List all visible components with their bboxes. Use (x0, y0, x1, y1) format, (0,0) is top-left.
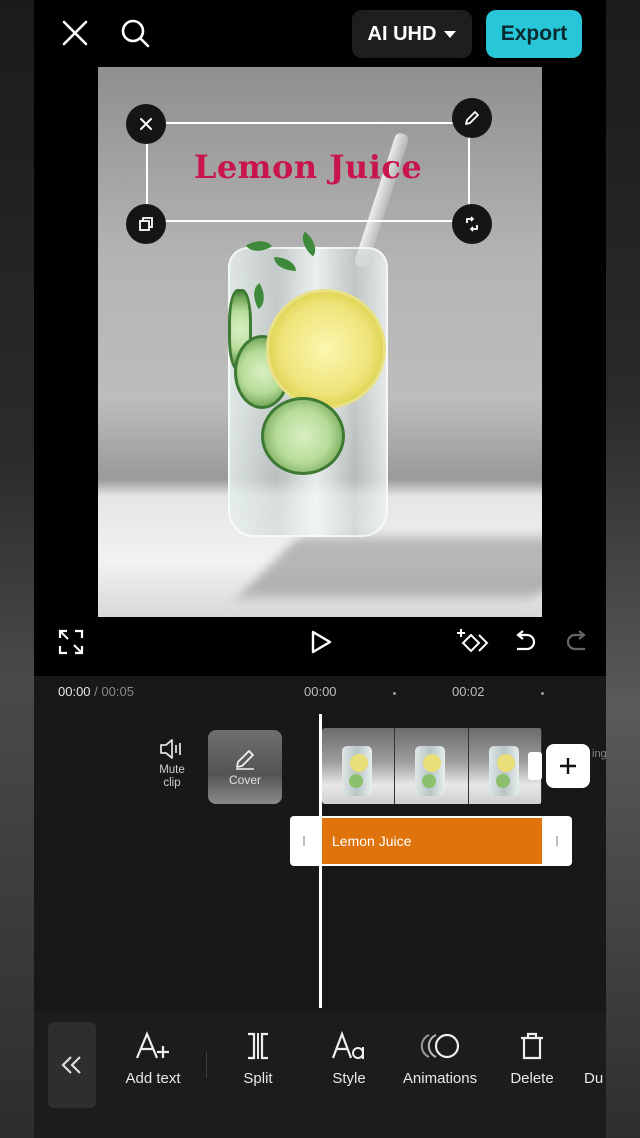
mute-clip-button[interactable]: Mute clip (150, 738, 194, 800)
ruler-label: 00:00 (304, 684, 337, 699)
playback-bar (34, 617, 606, 673)
clip-thumbnail (322, 728, 396, 804)
close-button[interactable] (58, 16, 92, 50)
close-icon (62, 20, 88, 46)
duplicate-button[interactable]: Du (584, 1030, 606, 1087)
plus-icon (560, 758, 576, 774)
copy-icon (139, 217, 153, 231)
top-bar: AI UHD Export (34, 0, 606, 66)
video-editor: AI UHD Export Lemon Juice 00:00 / 00:05 … (34, 0, 606, 1138)
split-label: Split (243, 1070, 273, 1087)
undo-icon (516, 630, 536, 651)
cucumber-slice (261, 397, 345, 475)
bottom-toolbar: Add text Split Style Animations Delete D… (34, 1012, 606, 1138)
duplicate-label: Du (584, 1070, 604, 1087)
ruler-tick (393, 692, 396, 695)
playhead[interactable] (319, 714, 322, 1008)
scale-rotate-handle[interactable] (452, 204, 492, 244)
search-button[interactable] (118, 16, 152, 50)
search-icon (121, 19, 150, 48)
redo-icon (566, 630, 586, 651)
resize-icon (466, 216, 478, 232)
video-clip[interactable] (322, 728, 542, 804)
fullscreen-icon (58, 629, 84, 655)
current-time: 00:00 (58, 684, 91, 699)
add-text-label: Add text (125, 1070, 181, 1087)
add-text-button[interactable]: Add text (118, 1030, 188, 1087)
split-icon (248, 1032, 268, 1060)
pencil-icon (236, 750, 254, 770)
quality-label: AI UHD (367, 22, 437, 45)
quality-dropdown[interactable]: AI UHD (352, 10, 472, 58)
animations-icon (420, 1033, 460, 1059)
style-button[interactable]: Style (322, 1030, 376, 1087)
pencil-icon (465, 111, 479, 125)
play-icon (311, 630, 332, 654)
background-right (606, 0, 640, 1138)
cover-button[interactable]: Cover (208, 730, 282, 804)
total-time: / 00:05 (94, 684, 134, 699)
animations-label: Animations (402, 1070, 478, 1087)
undo-button[interactable] (510, 627, 538, 657)
glass-shadow (238, 537, 542, 597)
video-preview[interactable]: Lemon Juice (98, 67, 542, 617)
copy-text-handle[interactable] (126, 204, 166, 244)
text-selection-box[interactable]: Lemon Juice (126, 98, 492, 244)
delete-text-handle[interactable] (126, 104, 166, 144)
animations-button[interactable]: Animations (396, 1030, 484, 1087)
keyframe-button[interactable] (454, 625, 490, 659)
speaker-icon (160, 739, 181, 759)
ruler-label: 00:02 (452, 684, 485, 699)
divider (206, 1052, 207, 1078)
clip-tail-label: ing (592, 748, 606, 760)
text-clip-label: Lemon Juice (332, 833, 412, 849)
split-button[interactable]: Split (230, 1030, 286, 1087)
text-clip-start-handle[interactable] (303, 836, 305, 846)
back-button[interactable] (48, 1022, 96, 1108)
add-text-icon (135, 1031, 169, 1059)
style-label: Style (332, 1070, 366, 1087)
clip-end-handle[interactable] (528, 752, 542, 780)
style-icon (331, 1031, 364, 1059)
keyframe-icon (457, 629, 489, 653)
play-button[interactable] (306, 625, 336, 659)
export-button[interactable]: Export (486, 10, 582, 58)
ruler-tick (541, 692, 544, 695)
overlay-text[interactable]: Lemon Juice (148, 148, 468, 186)
delete-label: Delete (510, 1070, 554, 1087)
delete-icon (521, 1032, 543, 1060)
time-display: 00:00 / 00:05 (58, 684, 134, 699)
text-clip[interactable]: Lemon Juice (290, 816, 572, 866)
background-left (0, 0, 34, 1138)
mute-clip-label: Mute clip (159, 764, 185, 789)
cover-label: Cover (228, 773, 261, 787)
fullscreen-button[interactable] (56, 627, 86, 657)
clip-thumbnail (395, 728, 469, 804)
double-chevron-left-icon (61, 1056, 81, 1074)
delete-button[interactable]: Delete (504, 1030, 560, 1087)
chevron-down-icon (444, 30, 457, 38)
lemon-slice (266, 289, 386, 409)
text-clip-end-handle[interactable] (556, 836, 558, 846)
edit-text-handle[interactable] (452, 98, 492, 138)
close-icon (140, 118, 152, 130)
redo-button[interactable] (564, 627, 592, 657)
add-clip-button[interactable] (546, 744, 590, 788)
